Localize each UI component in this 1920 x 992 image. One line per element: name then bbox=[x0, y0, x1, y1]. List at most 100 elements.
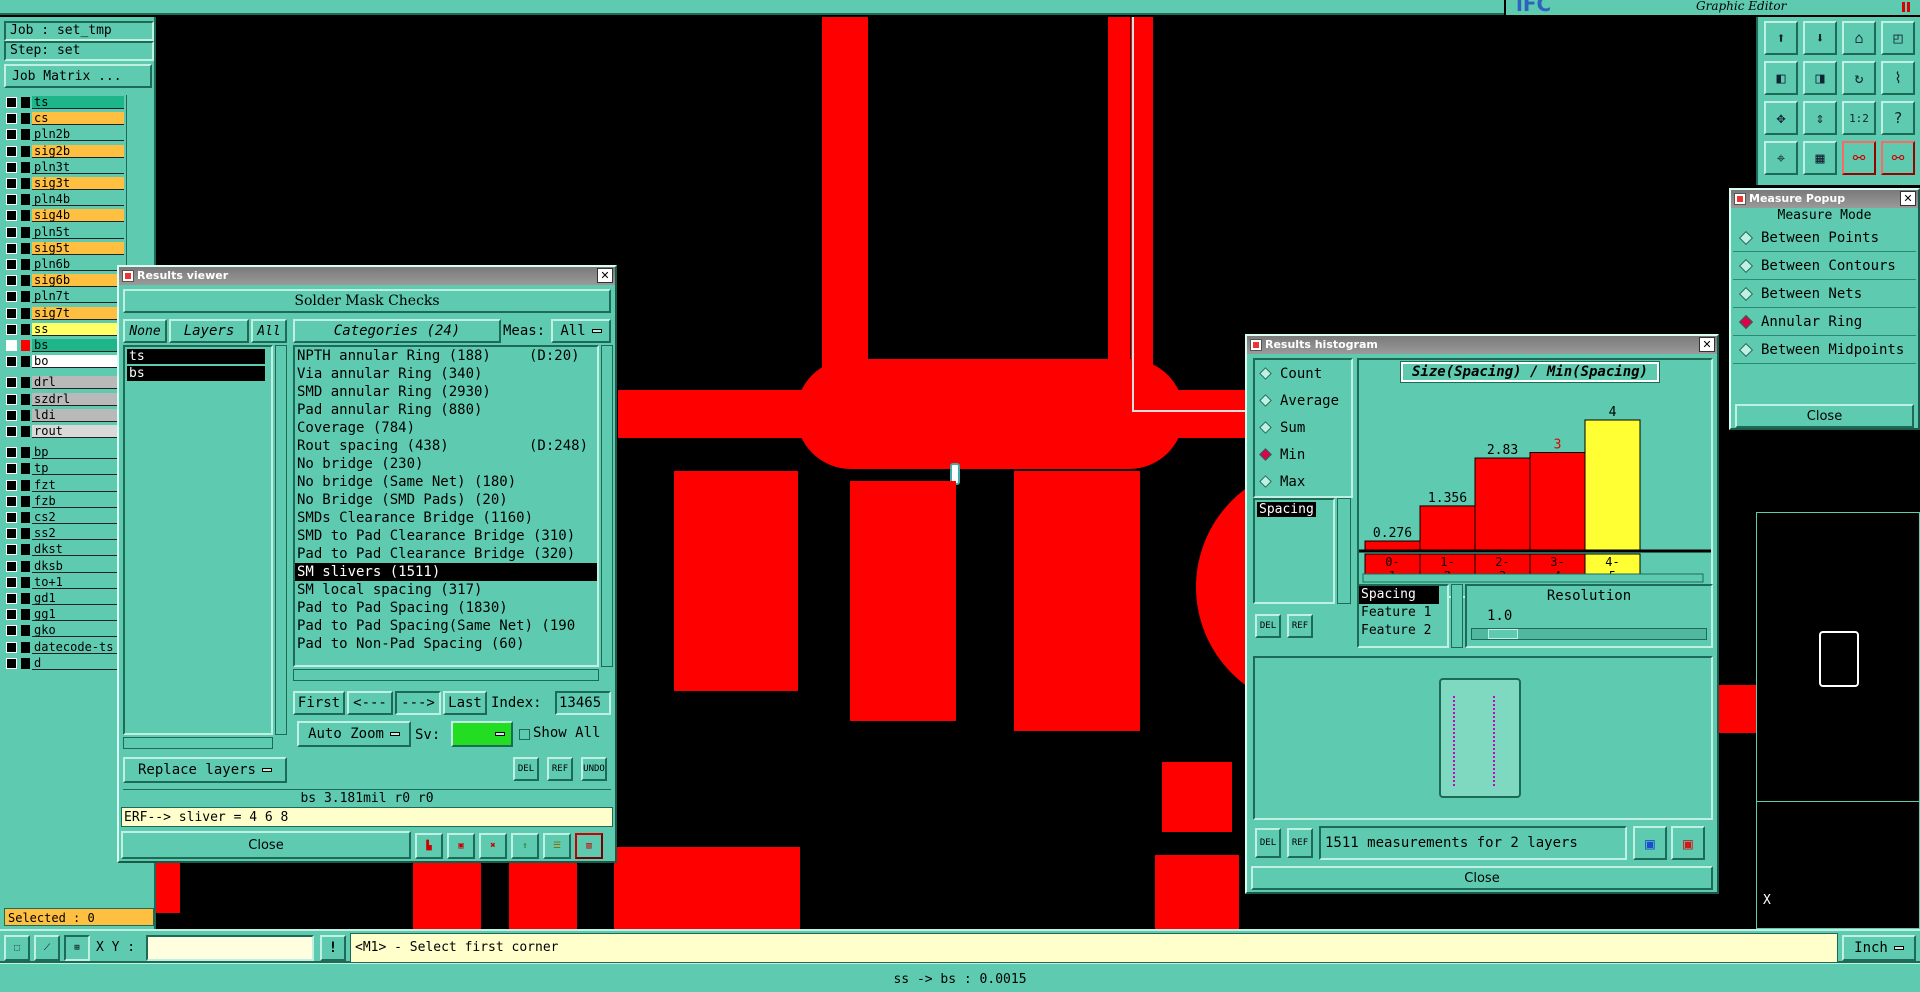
layer-row[interactable]: to+1 bbox=[6, 575, 124, 590]
layer-visibility-checkbox[interactable] bbox=[6, 393, 17, 405]
layer-visibility-checkbox[interactable] bbox=[6, 145, 17, 157]
measure-mode-option[interactable]: Between Contours bbox=[1733, 252, 1916, 280]
stat-mode-option[interactable]: Sum bbox=[1255, 414, 1351, 441]
export-icon[interactable]: ⇪ bbox=[511, 833, 539, 859]
category-item[interactable]: Pad to Non-Pad Spacing (60) bbox=[295, 635, 597, 653]
histogram-delete-button[interactable]: DEL bbox=[1255, 614, 1281, 638]
layer-row[interactable]: sig2b bbox=[6, 144, 124, 159]
resolution-slider-handle[interactable] bbox=[1488, 629, 1518, 639]
close-icon[interactable]: ✕ bbox=[1900, 191, 1916, 206]
xy-input[interactable] bbox=[146, 935, 314, 961]
measure-mode-option[interactable]: Between Nets bbox=[1733, 280, 1916, 308]
layer-row[interactable]: pln6b bbox=[6, 257, 124, 272]
category-list-scrollbar[interactable] bbox=[601, 345, 613, 667]
layer-visibility-checkbox[interactable] bbox=[6, 463, 17, 475]
layer-row[interactable]: ldi bbox=[6, 408, 124, 423]
layer-row[interactable]: sig5t bbox=[6, 241, 124, 256]
report-icon[interactable]: ▣ bbox=[447, 833, 475, 859]
layer-row[interactable]: cs2 bbox=[6, 510, 124, 525]
alert-icon[interactable]: ! bbox=[320, 935, 346, 961]
layer-visibility-checkbox[interactable] bbox=[6, 242, 17, 254]
layer-row[interactable]: gd1 bbox=[6, 591, 124, 606]
layer-row[interactable]: sig4b bbox=[6, 208, 124, 223]
layer-row[interactable]: pln2b bbox=[6, 127, 124, 142]
fit-vertical-icon[interactable]: ⇕ bbox=[1803, 101, 1837, 135]
fit-all-icon[interactable]: ✥ bbox=[1764, 101, 1798, 135]
measure-mode-option[interactable]: Between Points bbox=[1733, 224, 1916, 252]
layer-row[interactable]: d bbox=[6, 656, 124, 671]
layer-visibility-checkbox[interactable] bbox=[6, 129, 17, 141]
stat-mode-option[interactable]: Average bbox=[1255, 387, 1351, 414]
layer-row[interactable]: sig6b bbox=[6, 273, 124, 288]
layer-visibility-checkbox[interactable] bbox=[6, 641, 17, 653]
show-all-checkbox[interactable] bbox=[519, 729, 530, 740]
zoom-reset-icon[interactable]: ▣ bbox=[1671, 826, 1705, 860]
close-icon[interactable]: ✕ bbox=[597, 268, 613, 283]
chart-hscrollbar[interactable] bbox=[1362, 573, 1704, 583]
layers-button[interactable]: Layers bbox=[169, 319, 249, 343]
layer-visibility-checkbox[interactable] bbox=[6, 210, 17, 222]
category-item[interactable]: SMD to Pad Clearance Bridge (310) bbox=[295, 527, 597, 545]
layer-visibility-checkbox[interactable] bbox=[6, 113, 17, 125]
category-item[interactable]: No bridge (230) bbox=[295, 455, 597, 473]
pan-left-icon[interactable]: ◧ bbox=[1764, 61, 1798, 95]
category-item[interactable]: NPTH annular Ring (188) (D:20) bbox=[295, 347, 597, 365]
layer-row[interactable]: drl bbox=[6, 375, 124, 390]
none-button[interactable]: None bbox=[123, 319, 167, 343]
layer-row[interactable]: dksb bbox=[6, 559, 124, 574]
stat-mode-option[interactable]: Max bbox=[1255, 468, 1351, 495]
severity-color-dropdown[interactable] bbox=[451, 721, 513, 747]
layer-visibility-checkbox[interactable] bbox=[6, 544, 17, 556]
replace-layers-dropdown[interactable]: Replace layers bbox=[123, 757, 287, 783]
last-button[interactable]: Last bbox=[443, 691, 487, 715]
check-set-header[interactable]: Solder Mask Checks bbox=[123, 289, 611, 313]
histogram-bar[interactable] bbox=[1364, 540, 1421, 551]
layer-list-scrollbar[interactable] bbox=[275, 345, 287, 735]
layer-row[interactable]: bs bbox=[6, 338, 124, 353]
feature-item[interactable]: Spacing bbox=[1359, 586, 1439, 604]
measure-mode-option[interactable]: Between Midpoints bbox=[1733, 336, 1916, 364]
category-list-hscroll[interactable] bbox=[293, 669, 599, 681]
layer-visibility-checkbox[interactable] bbox=[6, 161, 17, 173]
category-item[interactable]: SM slivers (1511) bbox=[295, 563, 597, 581]
resolution-slider[interactable] bbox=[1471, 628, 1707, 640]
category-item[interactable]: Pad to Pad Spacing(Same Net) (190 bbox=[295, 617, 597, 635]
histogram-bar[interactable] bbox=[1584, 419, 1641, 551]
layer-row[interactable]: ss bbox=[6, 322, 124, 337]
layer-row[interactable]: sig7t bbox=[6, 306, 124, 321]
category-item[interactable]: SM local spacing (317) bbox=[295, 581, 597, 599]
auto-zoom-dropdown[interactable]: Auto Zoom bbox=[297, 721, 411, 747]
preview-delete-button[interactable]: DEL bbox=[1255, 828, 1281, 858]
layer-visibility-checkbox[interactable] bbox=[6, 426, 17, 437]
layer-visibility-checkbox[interactable] bbox=[6, 275, 17, 287]
stat-mode-option[interactable]: Count bbox=[1255, 360, 1351, 387]
spacing-item[interactable]: Spacing bbox=[1257, 502, 1316, 517]
undo-button[interactable]: UNDO bbox=[581, 757, 607, 781]
layer-visibility-checkbox[interactable] bbox=[6, 593, 17, 604]
layer-row[interactable]: cs bbox=[6, 111, 124, 126]
first-button[interactable]: First bbox=[293, 691, 345, 715]
close-icon[interactable]: ✕ bbox=[1699, 337, 1715, 352]
category-item[interactable]: No Bridge (SMD Pads) (20) bbox=[295, 491, 597, 509]
category-item[interactable]: Pad to Pad Spacing (1830) bbox=[295, 599, 597, 617]
snap-icon[interactable]: ⌇ bbox=[1881, 61, 1915, 95]
layer-row[interactable]: bo bbox=[6, 354, 124, 369]
notes-icon[interactable]: ☰ bbox=[543, 833, 571, 859]
layer-row[interactable]: bp bbox=[6, 445, 124, 460]
layer-visibility-checkbox[interactable] bbox=[6, 226, 17, 238]
layer-row[interactable]: gg1 bbox=[6, 607, 124, 622]
layer-visibility-checkbox[interactable] bbox=[6, 479, 17, 491]
histogram-refresh-button[interactable]: REF bbox=[1287, 614, 1313, 638]
layer-row[interactable]: fzt bbox=[6, 478, 124, 493]
zoom-area-icon[interactable]: ▣ bbox=[1633, 826, 1667, 860]
prev-button[interactable]: <--- bbox=[347, 691, 393, 715]
rotate-icon[interactable]: ↻ bbox=[1842, 61, 1876, 95]
layer-visibility-checkbox[interactable] bbox=[6, 528, 17, 540]
layer-row[interactable]: pln7t bbox=[6, 289, 124, 304]
layer-visibility-checkbox[interactable] bbox=[6, 625, 17, 637]
layer-visibility-checkbox[interactable] bbox=[6, 259, 17, 270]
category-item[interactable]: Via annular Ring (340) bbox=[295, 365, 597, 383]
all-button[interactable]: All bbox=[251, 319, 287, 343]
histogram-bar[interactable] bbox=[1419, 505, 1476, 551]
layer-visibility-checkbox[interactable] bbox=[6, 323, 17, 335]
